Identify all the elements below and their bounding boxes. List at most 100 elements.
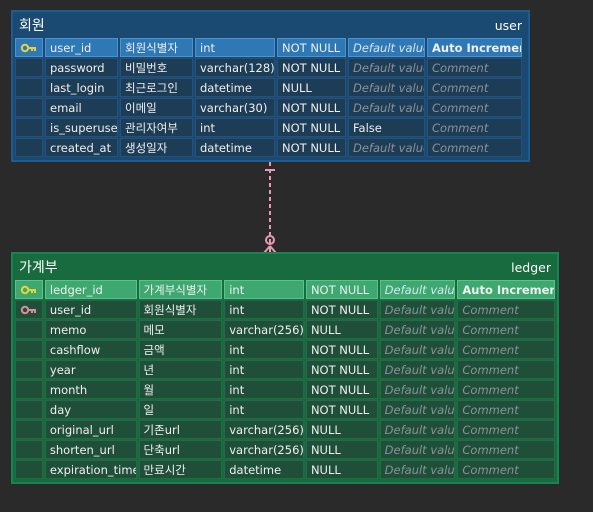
column-nullable[interactable]: NULL: [277, 78, 346, 97]
column-label[interactable]: 년: [138, 360, 223, 379]
column-label[interactable]: 금액: [138, 340, 223, 359]
ledger-row-memo[interactable]: memo 메모 varchar(256) NULL Default value Comme…: [15, 320, 556, 340]
column-nullable[interactable]: NOT NULL: [305, 380, 378, 399]
column-name[interactable]: day: [44, 400, 137, 419]
user-row-is_superuser[interactable]: is_superuser 관리자여부 int NOT NULL False Comment: [15, 118, 526, 138]
column-type[interactable]: varchar(256): [224, 440, 304, 459]
column-name[interactable]: user_id: [45, 38, 118, 57]
ledger-row-ledger_id[interactable]: ledger_id 가계부식별자 int NOT NULL Default value A…: [15, 280, 556, 300]
column-label[interactable]: 이메일: [120, 98, 193, 117]
ledger-row-user_id[interactable]: user_id 회원식별자 int NOT NULL Default value Comm…: [15, 300, 556, 320]
column-default[interactable]: Default value: [348, 138, 425, 157]
column-name[interactable]: created_at: [45, 138, 118, 157]
column-extra[interactable]: Comment: [427, 78, 522, 97]
column-name[interactable]: original_url: [44, 420, 137, 439]
column-extra[interactable]: Comment: [457, 380, 556, 399]
column-label[interactable]: 회원식별자: [138, 300, 223, 319]
column-name[interactable]: password: [45, 58, 118, 77]
column-type[interactable]: datetime: [224, 460, 304, 479]
user-row-created_at[interactable]: created_at 생성일자 datetime NOT NULL Default va…: [15, 138, 526, 158]
column-extra[interactable]: Comment: [457, 360, 556, 379]
ledger-table-header[interactable]: 가계부 ledger: [15, 254, 555, 280]
column-type[interactable]: int: [224, 340, 304, 359]
column-label[interactable]: 단축url: [138, 440, 223, 459]
column-nullable[interactable]: NULL: [305, 320, 378, 339]
column-label[interactable]: 최근로그인: [120, 78, 193, 97]
column-default[interactable]: Default value: [379, 460, 456, 479]
relation-line[interactable]: [260, 162, 280, 254]
column-nullable[interactable]: NOT NULL: [305, 340, 378, 359]
column-nullable[interactable]: NOT NULL: [277, 38, 346, 57]
user-row-user_id[interactable]: user_id 회원식별자 int NOT NULL Default value Auto…: [15, 38, 526, 58]
column-extra[interactable]: Comment: [427, 98, 522, 117]
column-name[interactable]: expiration_time: [44, 460, 137, 479]
column-extra[interactable]: Comment: [457, 460, 556, 479]
column-type[interactable]: datetime: [195, 138, 275, 157]
column-nullable[interactable]: NOT NULL: [277, 58, 346, 77]
column-default[interactable]: Default value: [379, 280, 456, 299]
column-label[interactable]: 회원식별자: [120, 38, 193, 57]
column-default[interactable]: Default value: [379, 300, 456, 319]
column-label[interactable]: 일: [138, 400, 223, 419]
column-extra[interactable]: Comment: [457, 420, 556, 439]
column-nullable[interactable]: NOT NULL: [305, 280, 378, 299]
column-nullable[interactable]: NOT NULL: [277, 118, 346, 137]
column-label[interactable]: 생성일자: [120, 138, 193, 157]
ledger-row-expiration_time[interactable]: expiration_time 만료시간 datetime NULL Default v…: [15, 460, 556, 480]
column-name[interactable]: last_login: [45, 78, 118, 97]
column-label[interactable]: 관리자여부: [120, 118, 193, 137]
column-type[interactable]: int: [224, 300, 304, 319]
column-nullable[interactable]: NULL: [305, 460, 378, 479]
column-type[interactable]: varchar(30): [195, 98, 275, 117]
column-label[interactable]: 만료시간: [138, 460, 223, 479]
column-extra[interactable]: Comment: [457, 300, 556, 319]
user-table-header[interactable]: 회원 user: [15, 12, 526, 38]
column-default[interactable]: Default value: [379, 320, 456, 339]
ledger-row-cashflow[interactable]: cashflow 금액 int NOT NULL Default value Commen…: [15, 340, 556, 360]
column-default[interactable]: Default value: [379, 380, 456, 399]
user-row-email[interactable]: email 이메일 varchar(30) NOT NULL Default value…: [15, 98, 526, 118]
column-name[interactable]: ledger_id: [44, 280, 137, 299]
column-default[interactable]: Default value: [379, 400, 456, 419]
ledger-row-original_url[interactable]: original_url 기존url varchar(256) NULL Default…: [15, 420, 556, 440]
column-label[interactable]: 비밀번호: [120, 58, 193, 77]
ledger-row-day[interactable]: day 일 int NOT NULL Default value Comment: [15, 400, 556, 420]
column-type[interactable]: int: [195, 38, 275, 57]
column-extra[interactable]: Comment: [457, 400, 556, 419]
ledger-row-year[interactable]: year 년 int NOT NULL Default value Comment: [15, 360, 556, 380]
column-name[interactable]: email: [45, 98, 118, 117]
column-name[interactable]: user_id: [44, 300, 137, 319]
column-label[interactable]: 메모: [138, 320, 223, 339]
column-extra[interactable]: Comment: [427, 138, 522, 157]
ledger-row-month[interactable]: month 월 int NOT NULL Default value Comment: [15, 380, 556, 400]
user-row-last_login[interactable]: last_login 최근로그인 datetime NULL Default value…: [15, 78, 526, 98]
column-nullable[interactable]: NULL: [305, 440, 378, 459]
column-label[interactable]: 가계부식별자: [138, 280, 223, 299]
column-default[interactable]: Default value: [348, 78, 425, 97]
column-type[interactable]: int: [224, 380, 304, 399]
column-extra[interactable]: Auto Increment: [427, 38, 522, 57]
column-nullable[interactable]: NOT NULL: [277, 138, 346, 157]
column-name[interactable]: month: [44, 380, 137, 399]
column-name[interactable]: cashflow: [44, 340, 137, 359]
column-extra[interactable]: Comment: [427, 58, 522, 77]
column-type[interactable]: int: [224, 360, 304, 379]
column-default[interactable]: Default value: [348, 38, 425, 57]
column-label[interactable]: 기존url: [138, 420, 223, 439]
column-nullable[interactable]: NULL: [305, 420, 378, 439]
column-default[interactable]: Default value: [379, 360, 456, 379]
column-default[interactable]: Default value: [379, 420, 456, 439]
column-name[interactable]: year: [44, 360, 137, 379]
user-table[interactable]: 회원 user user_id 회원식별자 int NOT NULL Default v…: [11, 10, 530, 162]
column-default[interactable]: Default value: [379, 440, 456, 459]
column-type[interactable]: int: [224, 400, 304, 419]
column-label[interactable]: 월: [138, 380, 223, 399]
column-type[interactable]: datetime: [195, 78, 275, 97]
column-name[interactable]: memo: [44, 320, 137, 339]
column-type[interactable]: varchar(128): [195, 58, 275, 77]
column-extra[interactable]: Auto Increment: [457, 280, 556, 299]
column-extra[interactable]: Comment: [427, 118, 522, 137]
column-default[interactable]: False: [348, 118, 425, 137]
column-extra[interactable]: Comment: [457, 340, 556, 359]
column-nullable[interactable]: NOT NULL: [305, 400, 378, 419]
